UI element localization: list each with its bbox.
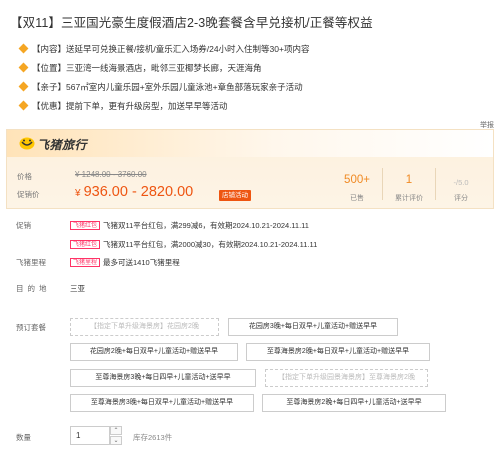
sold-count: 500+ (344, 174, 370, 186)
highlight-tag: 【位置】 (32, 63, 67, 73)
sold-caption: 已售 (350, 195, 364, 202)
quantity-input[interactable]: 1 (70, 426, 110, 445)
diamond-bullet-icon (18, 81, 29, 92)
package-option[interactable]: 花园房2晚+每日双早+儿童活动+赠送早早 (70, 343, 238, 361)
highlights-list: 【内容】送延早可兑换正餐/接机/童乐汇入场券/24小时入住制等30+项内容 【位… (16, 40, 484, 116)
package-option[interactable]: 至尊海景房2晚+每日双早+儿童活动+赠送早早 (246, 343, 430, 361)
promotion-text: 飞猪双11平台红包，满299减6，有效期2024.10.21-2024.11.1… (103, 221, 309, 230)
package-option[interactable]: 至尊海景房3晚+每日双早+儿童活动+赠送早早 (70, 394, 254, 412)
highlight-item: 【亲子】567㎡室内儿童乐园+室外乐园儿童泳池+章鱼部落玩家亲子活动 (16, 78, 484, 96)
highlight-item: 【优惠】提前下单，更有升级房型，加送早早等活动 (16, 97, 484, 115)
currency-symbol: ¥ (75, 188, 81, 199)
mileage-tag: 飞猪里程 (70, 258, 101, 267)
mileage-label: 飞猪里程 (16, 258, 46, 267)
highlight-text: 567㎡室内儿童乐园+室外乐园儿童泳池+章鱼部落玩家亲子活动 (66, 82, 303, 92)
store-promo-badge: 店铺活动 (219, 190, 251, 201)
review-caption: 累计评价 (395, 195, 423, 202)
highlight-item: 【内容】送延早可兑换正餐/接机/童乐汇入场券/24小时入住制等30+项内容 (16, 40, 484, 58)
highlight-tag: 【优惠】 (32, 101, 67, 111)
review-count: 1 (405, 174, 413, 186)
rating-stat: -/5.0 评分 (435, 130, 487, 210)
promo-price-label: 促销价 (17, 190, 40, 199)
highlight-tag: 【亲子】 (32, 82, 67, 92)
price-label: 价格 (17, 172, 32, 181)
highlight-text: 提前下单，更有升级房型，加送早早等活动 (66, 101, 228, 111)
diamond-bullet-icon (18, 100, 29, 111)
highlight-text: 三亚湾一线海景酒店，毗邻三亚椰梦长廊，天涯海角 (66, 63, 262, 73)
quantity-label: 数量 (16, 433, 31, 442)
sold-stat: 500+ 已售 (331, 130, 383, 210)
promotion-text: 飞猪双11平台红包，满2000减30，有效期2024.10.21-2024.11… (103, 240, 318, 249)
mileage-info: 飞猪里程 最多可送1410飞猪里程 (70, 257, 180, 268)
package-option[interactable]: 花园房3晚+每日双早+儿童活动+赠送早早 (228, 318, 398, 336)
coupon-tag: 飞猪红包 (70, 221, 101, 230)
product-title: 【双11】三亚国光豪生度假酒店2-3晚套餐含早兑接机/正餐等权益 (10, 16, 373, 30)
promotion-item: 飞猪红包 飞猪双11平台红包，满299减6，有效期2024.10.21-2024.… (70, 220, 309, 231)
promo-price-value: 936.00 - 2820.00 (83, 184, 194, 200)
diamond-bullet-icon (18, 43, 29, 54)
mileage-text: 最多可送1410飞猪里程 (103, 258, 180, 267)
highlight-item: 【位置】三亚湾一线海景酒店，毗邻三亚椰梦长廊，天涯海角 (16, 59, 484, 77)
quantity-decrement-button[interactable]: ⌄ (110, 436, 122, 445)
highlight-text: 送延早可兑换正餐/接机/童乐汇入场券/24小时入住制等30+项内容 (66, 44, 310, 54)
destination-value: 三亚 (70, 284, 85, 293)
package-option[interactable]: 至尊海景房3晚+每日四早+儿童活动+送早早 (70, 369, 256, 387)
quantity-increment-button[interactable]: ⌃ (110, 426, 122, 435)
package-label: 预订套餐 (16, 323, 46, 332)
rating-caption: 评分 (454, 195, 468, 202)
coupon-tag: 飞猪红包 (70, 240, 101, 249)
stock-count: 库存2613件 (133, 433, 173, 442)
promo-price: ¥936.00 - 2820.00 (75, 184, 193, 200)
review-stat[interactable]: 1 累计评价 (383, 130, 435, 210)
rating-value: -/5.0 (453, 178, 469, 187)
destination-label: 目的地 (16, 284, 51, 293)
brand-name: 飞猪旅行 (37, 138, 88, 152)
promotion-item: 飞猪红包 飞猪双11平台红包，满2000减30，有效期2024.10.21-202… (70, 239, 317, 250)
highlight-tag: 【内容】 (32, 44, 67, 54)
package-option: 【指定下单升级园景海景房】至尊海景房2晚 (265, 369, 428, 387)
promotion-label: 促销 (16, 221, 31, 230)
diamond-bullet-icon (18, 62, 29, 73)
price-panel: 飞猪旅行 价格 ¥ 1248.00 - 3760.00 促销价 ¥936.00 … (6, 129, 494, 209)
package-option[interactable]: 至尊海景房2晚+每日四早+儿童活动+送早早 (262, 394, 446, 412)
package-option: 【指定下单升级海景房】花园房2晚 (70, 318, 219, 336)
fliggy-logo-icon (19, 137, 35, 150)
original-price: ¥ 1248.00 - 3760.00 (75, 170, 147, 179)
